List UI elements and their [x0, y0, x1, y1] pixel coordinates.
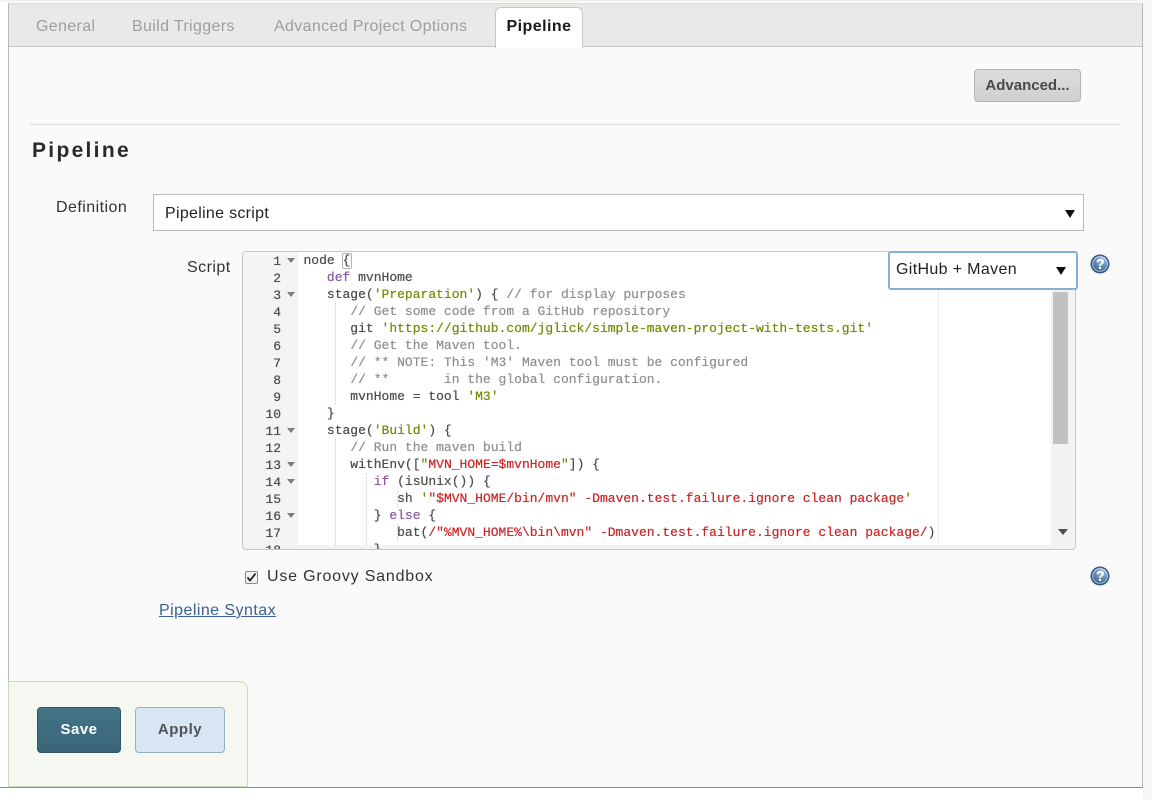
svg-text:?: ?	[1096, 569, 1105, 585]
svg-text:?: ?	[1096, 257, 1105, 273]
